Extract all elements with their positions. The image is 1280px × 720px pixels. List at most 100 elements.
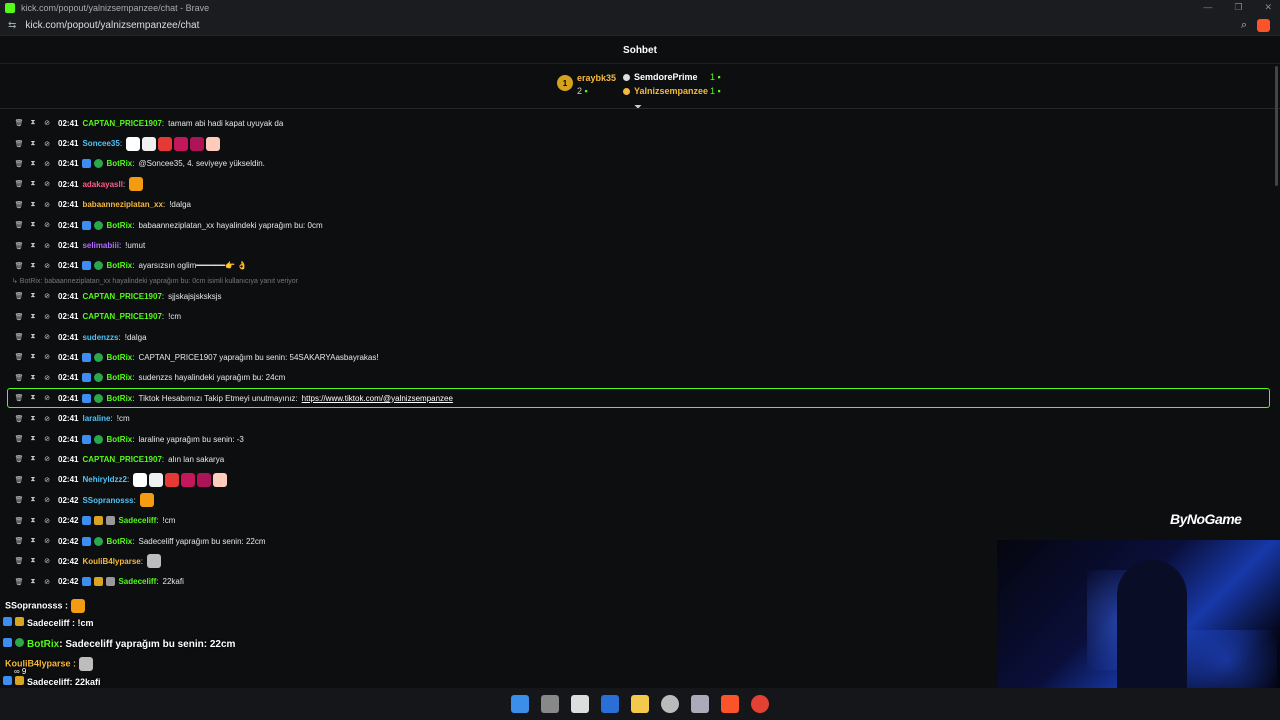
- windows-icon[interactable]: [511, 695, 529, 713]
- delete-message-icon[interactable]: 🗑: [15, 558, 24, 565]
- timeout-user-icon[interactable]: ⧗: [30, 180, 36, 188]
- message-username[interactable]: BotRix: [106, 353, 132, 362]
- ban-user-icon[interactable]: ⊘: [44, 140, 50, 148]
- message-username[interactable]: SSopranosss: [82, 496, 133, 505]
- delete-message-icon[interactable]: 🗑: [15, 415, 24, 423]
- message-username[interactable]: babaanneziplatan_xx: [82, 200, 162, 209]
- ban-user-icon[interactable]: ⊘: [44, 181, 50, 188]
- explorer-icon[interactable]: [631, 695, 649, 713]
- delete-message-icon[interactable]: 🗑: [15, 140, 24, 148]
- message-username[interactable]: CAPTAN_PRICE1907: [82, 312, 161, 321]
- message-username[interactable]: Sadeceliff: [118, 516, 156, 525]
- brave-icon[interactable]: [721, 695, 739, 713]
- message-username[interactable]: CAPTAN_PRICE1907: [82, 455, 161, 464]
- timeout-user-icon[interactable]: ⧗: [30, 333, 36, 341]
- delete-message-icon[interactable]: 🗑: [15, 354, 24, 361]
- delete-message-icon[interactable]: 🗑: [15, 517, 24, 525]
- message-username[interactable]: CAPTAN_PRICE1907: [82, 119, 161, 128]
- ban-user-icon[interactable]: ⊘: [44, 201, 50, 209]
- delete-message-icon[interactable]: 🗑: [15, 160, 24, 168]
- timeout-user-icon[interactable]: ⧗: [30, 262, 36, 269]
- delete-message-icon[interactable]: 🗑: [15, 476, 24, 484]
- message-username[interactable]: adakayasll: [82, 180, 122, 189]
- timeout-user-icon[interactable]: ⧗: [30, 140, 36, 147]
- message-username[interactable]: sudenzzs: [82, 333, 118, 342]
- message-username[interactable]: BotRix: [106, 221, 132, 230]
- zoom-search-icon[interactable]: ⌕: [1241, 19, 1247, 32]
- ban-user-icon[interactable]: ⊘: [44, 456, 50, 463]
- timeout-user-icon[interactable]: ⧗: [30, 557, 36, 565]
- delete-message-icon[interactable]: 🗑: [15, 374, 24, 382]
- store-icon[interactable]: [601, 695, 619, 713]
- delete-message-icon[interactable]: 🗑: [15, 313, 24, 321]
- ban-user-icon[interactable]: ⊘: [44, 538, 50, 545]
- ban-user-icon[interactable]: ⊘: [44, 578, 50, 586]
- steam-icon[interactable]: [691, 695, 709, 713]
- delete-message-icon[interactable]: 🗑: [15, 497, 24, 504]
- timeout-user-icon[interactable]: ⧗: [30, 415, 36, 422]
- delete-message-icon[interactable]: 🗑: [15, 242, 24, 250]
- timeout-user-icon[interactable]: ⧗: [30, 394, 36, 402]
- timeout-user-icon[interactable]: ⧗: [30, 242, 36, 249]
- app-icon[interactable]: [571, 695, 589, 713]
- chrome-icon[interactable]: [751, 695, 769, 713]
- maximize-icon[interactable]: ❐: [1234, 2, 1242, 13]
- message-username[interactable]: BotRix: [106, 159, 132, 168]
- message-username[interactable]: BotRix: [106, 537, 132, 546]
- ban-user-icon[interactable]: ⊘: [44, 517, 50, 525]
- close-icon[interactable]: ✕: [1264, 2, 1272, 13]
- ban-user-icon[interactable]: ⊘: [44, 354, 50, 361]
- scrollbar[interactable]: [1275, 66, 1278, 186]
- ban-user-icon[interactable]: ⊘: [44, 120, 50, 127]
- message-username[interactable]: Soncee35: [82, 139, 119, 148]
- ban-user-icon[interactable]: ⊘: [44, 436, 50, 443]
- ban-user-icon[interactable]: ⊘: [44, 395, 50, 402]
- delete-message-icon[interactable]: 🗑: [15, 436, 24, 443]
- delete-message-icon[interactable]: 🗑: [15, 222, 24, 229]
- message-username[interactable]: CAPTAN_PRICE1907: [82, 292, 161, 301]
- rank-2-gifter[interactable]: SemdorePrime: [623, 72, 698, 82]
- message-username[interactable]: BotRix: [106, 394, 132, 403]
- message-username[interactable]: laraline: [82, 414, 110, 423]
- message-username[interactable]: BotRix: [106, 261, 132, 270]
- delete-message-icon[interactable]: 🗑: [15, 538, 24, 545]
- ban-user-icon[interactable]: ⊘: [44, 313, 50, 321]
- ban-user-icon[interactable]: ⊘: [44, 558, 50, 565]
- timeout-user-icon[interactable]: ⧗: [30, 201, 36, 208]
- message-username[interactable]: selimabiii: [82, 241, 118, 250]
- obs-icon[interactable]: [661, 695, 679, 713]
- message-username[interactable]: Sadeceliff: [118, 577, 156, 586]
- site-settings-icon[interactable]: ⇆: [8, 20, 16, 31]
- delete-message-icon[interactable]: 🗑: [15, 456, 24, 463]
- timeout-user-icon[interactable]: ⧗: [30, 353, 36, 361]
- timeout-user-icon[interactable]: ⧗: [30, 313, 36, 320]
- message-link[interactable]: https://www.tiktok.com/@yalnizsempanzee: [302, 394, 453, 403]
- timeout-user-icon[interactable]: ⧗: [30, 517, 36, 524]
- ban-user-icon[interactable]: ⊘: [44, 334, 50, 341]
- ban-user-icon[interactable]: ⊘: [44, 222, 50, 229]
- task-view-icon[interactable]: [541, 695, 559, 713]
- ban-user-icon[interactable]: ⊘: [44, 293, 50, 300]
- timeout-user-icon[interactable]: ⧗: [30, 537, 36, 545]
- ban-user-icon[interactable]: ⊘: [44, 160, 50, 168]
- delete-message-icon[interactable]: 🗑: [15, 334, 24, 341]
- ban-user-icon[interactable]: ⊘: [44, 497, 50, 504]
- brave-shields-icon[interactable]: [1257, 19, 1270, 32]
- top-gifter-name[interactable]: eraybk35: [577, 73, 616, 83]
- minimize-icon[interactable]: —: [1203, 2, 1212, 13]
- timeout-user-icon[interactable]: ⧗: [30, 119, 36, 127]
- message-username[interactable]: KouliB4lyparse: [82, 557, 140, 566]
- delete-message-icon[interactable]: 🗑: [15, 120, 24, 127]
- timeout-user-icon[interactable]: ⧗: [30, 292, 36, 300]
- delete-message-icon[interactable]: 🗑: [15, 262, 24, 270]
- message-username[interactable]: Nehiryldzz2: [82, 475, 126, 484]
- timeout-user-icon[interactable]: ⧗: [30, 476, 36, 483]
- timeout-user-icon[interactable]: ⧗: [30, 496, 36, 504]
- timeout-user-icon[interactable]: ⧗: [30, 374, 36, 381]
- delete-message-icon[interactable]: 🗑: [15, 293, 24, 300]
- delete-message-icon[interactable]: 🗑: [15, 395, 24, 402]
- ban-user-icon[interactable]: ⊘: [44, 262, 50, 270]
- timeout-user-icon[interactable]: ⧗: [30, 578, 36, 585]
- ban-user-icon[interactable]: ⊘: [44, 476, 50, 484]
- timeout-user-icon[interactable]: ⧗: [30, 160, 36, 167]
